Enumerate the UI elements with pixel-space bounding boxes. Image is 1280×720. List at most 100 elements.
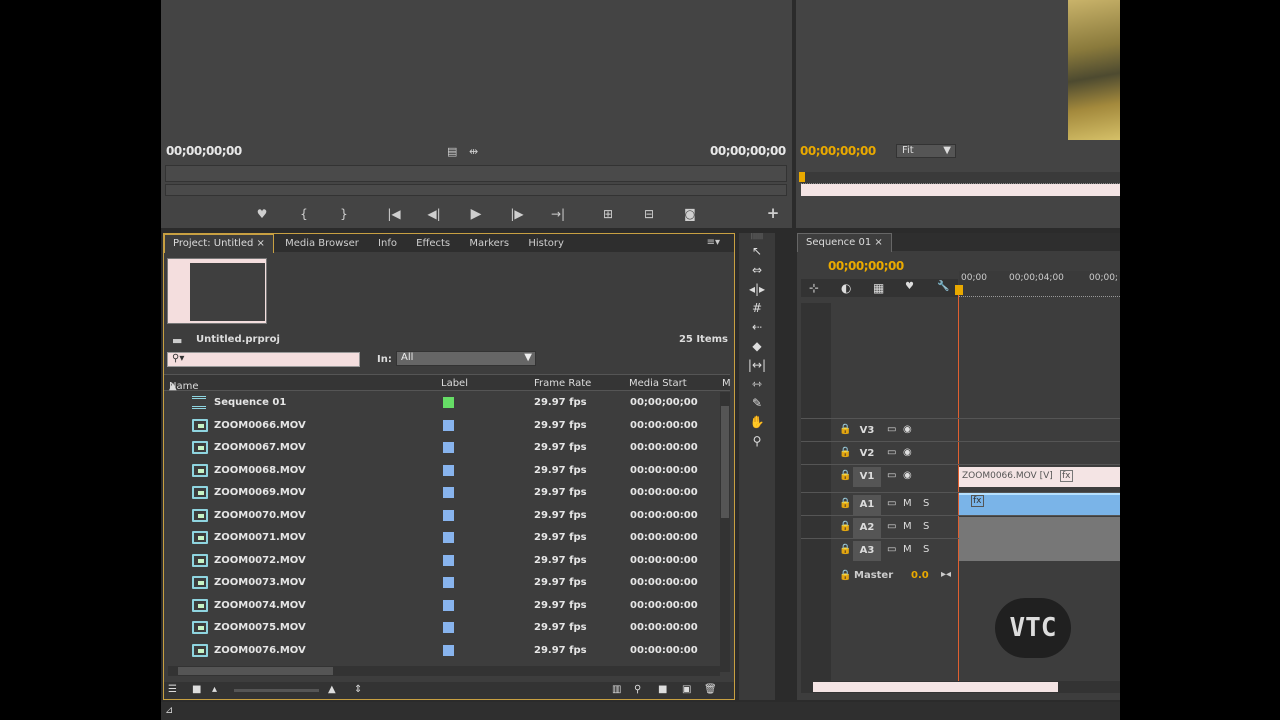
panel-menu-icon[interactable]: ≡▾ [707, 237, 720, 248]
playhead-icon[interactable] [955, 285, 963, 295]
table-row[interactable]: ZOOM0075.MOV 29.97 fps 00:00:00:00 [166, 617, 718, 639]
insert-icon[interactable]: ⊞ [593, 205, 623, 223]
program-time-ruler[interactable] [801, 172, 1120, 184]
add-marker-icon[interactable]: ▦ [873, 281, 884, 295]
label-swatch[interactable] [443, 442, 454, 453]
tab-sequence[interactable]: Sequence 01 × [797, 233, 892, 252]
step-back-icon[interactable]: ◀| [419, 205, 449, 223]
track-header[interactable]: 🔒 V3 ▭ ◉ [833, 420, 957, 442]
tab-media-browser[interactable]: Media Browser [277, 235, 367, 253]
horizontal-scrollbar[interactable] [168, 666, 720, 676]
go-to-out-icon[interactable]: →| [543, 205, 573, 223]
snap-icon[interactable]: ⊹ [809, 281, 819, 295]
column-frame-rate[interactable]: Frame Rate [534, 378, 591, 389]
track-label[interactable]: V2 [853, 444, 881, 464]
mark-out-icon[interactable]: } [329, 205, 359, 223]
tab-project[interactable]: Project: Untitled × [164, 234, 274, 253]
lock-icon[interactable]: 🔒 [839, 544, 851, 555]
label-swatch[interactable] [443, 599, 454, 611]
eye-icon[interactable]: ◉ [903, 470, 912, 481]
track-label[interactable]: A2 [853, 518, 881, 538]
program-timecode[interactable]: 00;00;00;00 [800, 144, 876, 158]
timeline-h-scrollbar[interactable] [801, 681, 1120, 693]
toggle-output-icon[interactable]: ▭ [887, 544, 896, 555]
column-more[interactable]: M [722, 378, 731, 389]
label-swatch[interactable] [443, 644, 454, 656]
label-swatch[interactable] [443, 419, 454, 431]
toggle-output-icon[interactable]: ▭ [887, 470, 896, 481]
table-row[interactable]: ZOOM0068.MOV 29.97 fps 00:00:00:00 [166, 460, 718, 482]
label-swatch[interactable] [443, 464, 454, 476]
status-icon[interactable]: ⊿ [165, 705, 173, 716]
label-swatch[interactable] [443, 622, 454, 633]
solo-icon[interactable]: S [923, 498, 929, 509]
go-to-in-icon[interactable]: |◀ [379, 205, 409, 223]
master-volume[interactable]: 0.0 [911, 570, 929, 581]
label-swatch[interactable] [443, 487, 454, 498]
overwrite-icon[interactable]: ⊟ [634, 205, 664, 223]
toggle-output-icon[interactable]: ▭ [887, 447, 896, 458]
toggle-output-icon[interactable]: ▭ [887, 521, 896, 532]
marker-icon[interactable]: ♥ [247, 205, 277, 223]
video-clip[interactable]: ZOOM0066.MOV [V] fx [959, 467, 1120, 487]
track-header[interactable]: 🔒 V2 ▭ ◉ [833, 443, 957, 465]
play-icon[interactable]: ▶ [461, 205, 491, 223]
label-swatch[interactable] [443, 532, 454, 543]
hand-tool-icon[interactable]: ✋ [747, 413, 767, 431]
lock-icon[interactable]: 🔒 [839, 521, 851, 532]
automate-sequence-icon[interactable]: ▥ [612, 684, 621, 695]
lock-icon[interactable]: 🔒 [839, 470, 851, 481]
zoom-tool-icon[interactable]: ⚲ [747, 432, 767, 450]
export-frame-icon[interactable]: ◙ [675, 205, 705, 223]
track-label[interactable]: A3 [853, 541, 881, 561]
list-view-icon[interactable]: ☰ [168, 684, 177, 695]
zoom-out-icon[interactable]: ▴ [212, 684, 217, 695]
mark-in-icon[interactable]: { [289, 205, 319, 223]
source-zoom-scrollbar[interactable] [165, 184, 787, 196]
table-row[interactable]: Sequence 01 29.97 fps 00;00;00;00 [166, 392, 718, 414]
mute-icon[interactable]: M [903, 498, 912, 509]
drag-video-icon[interactable]: ▤ [447, 145, 457, 158]
lock-icon[interactable]: 🔒 [839, 447, 851, 458]
solo-icon[interactable]: S [923, 521, 929, 532]
slip-tool-icon[interactable]: |↔| [747, 356, 767, 374]
h-scroll-thumb[interactable] [178, 667, 333, 675]
tab-markers[interactable]: Markers [461, 235, 517, 253]
mute-icon[interactable]: M [903, 544, 912, 555]
step-forward-icon[interactable]: |▶ [502, 205, 532, 223]
table-row[interactable]: ZOOM0072.MOV 29.97 fps 00:00:00:00 [166, 550, 718, 572]
table-row[interactable]: ZOOM0073.MOV 29.97 fps 00:00:00:00 [166, 572, 718, 594]
scroll-thumb[interactable] [721, 406, 729, 518]
trash-icon[interactable]: 🗑 [704, 684, 717, 695]
audio-clip[interactable]: fx [959, 493, 1120, 515]
collapse-icon[interactable]: ▸◂ [941, 569, 951, 580]
track-label[interactable]: V1 [853, 467, 881, 487]
solo-icon[interactable]: S [923, 544, 929, 555]
label-swatch[interactable] [443, 509, 454, 521]
tab-effects[interactable]: Effects [408, 235, 458, 253]
track-header[interactable]: 🔒 A2 ▭ M S [833, 517, 957, 539]
marker-icon[interactable]: ♥ [905, 281, 914, 292]
toggle-output-icon[interactable]: ▭ [887, 498, 896, 509]
slide-tool-icon[interactable]: ⇿ [747, 375, 767, 393]
track-header[interactable]: 🔒 V1 ▭ ◉ [833, 466, 957, 488]
linked-selection-icon[interactable]: ◐ [841, 281, 851, 295]
lock-icon[interactable]: 🔒 [839, 570, 851, 581]
playhead-icon[interactable] [799, 172, 805, 182]
razor-tool-icon[interactable]: ◆ [747, 337, 767, 355]
track-header[interactable]: 🔒 A1 ▭ M S [833, 494, 957, 516]
table-row[interactable]: ZOOM0070.MOV 29.97 fps 00:00:00:00 [166, 505, 718, 527]
timeline-ruler[interactable]: 00;00 00;00;04;00 00;00; [959, 271, 1120, 297]
drag-audio-icon[interactable]: ⇹ [469, 145, 478, 158]
timeline-timecode[interactable]: 00;00;00;00 [828, 259, 904, 273]
tab-history[interactable]: History [520, 235, 572, 253]
wrench-icon[interactable]: 🔧 [937, 281, 949, 292]
lock-icon[interactable]: 🔒 [839, 498, 851, 509]
table-row[interactable]: ZOOM0071.MOV 29.97 fps 00:00:00:00 [166, 527, 718, 549]
table-row[interactable]: ZOOM0069.MOV 29.97 fps 00:00:00:00 [166, 482, 718, 504]
ripple-edit-tool-icon[interactable]: ◂|▸ [747, 280, 767, 298]
column-media-start[interactable]: Media Start [629, 378, 687, 389]
eye-icon[interactable]: ◉ [903, 447, 912, 458]
track-label[interactable]: V3 [853, 421, 881, 441]
label-swatch[interactable] [443, 554, 454, 566]
